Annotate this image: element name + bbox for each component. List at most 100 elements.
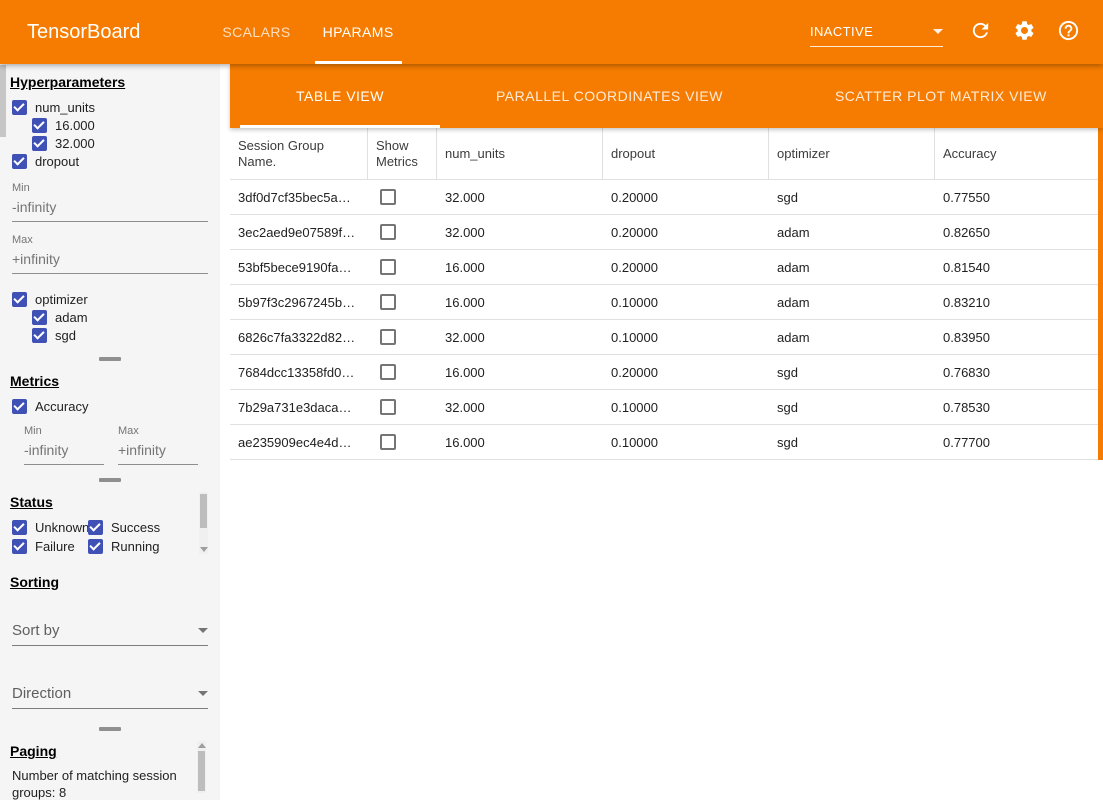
num-units-cell: 16.000 [437,260,603,275]
hparams-main: TABLE VIEW PARALLEL COORDINATES VIEW SCA… [230,64,1103,800]
filter-optimizer-adam[interactable]: adam [0,308,220,326]
help-button[interactable] [1055,19,1081,45]
column-header-num-units: num_units [437,128,603,179]
pane-resize-handle[interactable] [99,478,121,482]
optimizer-cell: sgd [769,400,935,415]
checkbox-icon [32,136,47,151]
show-metrics-checkbox[interactable] [380,224,396,240]
accuracy-min-field: Min [24,425,104,465]
status-heading: Status [10,494,220,510]
show-metrics-checkbox[interactable] [380,259,396,275]
tab-table-view[interactable]: TABLE VIEW [240,64,440,128]
filter-num-units-32[interactable]: 32.000 [0,134,220,152]
sort-by-dropdown[interactable]: Sort by [12,616,208,646]
dropout-min-field: Min [12,182,208,222]
refresh-button[interactable] [967,19,993,45]
accuracy-cell: 0.76830 [935,365,1103,380]
filter-num-units-16[interactable]: 16.000 [0,116,220,134]
status-scrollbar[interactable] [199,492,208,554]
reload-mode-select[interactable]: INACTIVE [810,17,943,47]
scrollbar-arrow-up-icon[interactable] [198,743,206,748]
toolbar-actions: INACTIVE [810,17,1103,47]
optimizer-cell: sgd [769,190,935,205]
chevron-down-icon [198,628,208,633]
filter-optimizer[interactable]: optimizer [0,290,220,308]
tab-scatter-plot-matrix-view[interactable]: SCATTER PLOT MATRIX VIEW [779,64,1103,128]
tab-hparams[interactable]: HPARAMS [307,0,410,64]
checkbox-icon [32,328,47,343]
dropout-cell: 0.10000 [603,295,769,310]
tab-parallel-coordinates-view[interactable]: PARALLEL COORDINATES VIEW [440,64,779,128]
sidebar-scrollbar-thumb[interactable] [0,65,6,137]
filter-status-unknown[interactable]: Unknown [0,518,88,536]
show-metrics-checkbox[interactable] [380,189,396,205]
table-row: 3ec2aed9e07589f… 32.000 0.20000 adam 0.8… [230,215,1103,250]
checkbox-icon [12,539,27,554]
dropout-max-field: Max [12,234,208,274]
filter-status-running[interactable]: Running [88,537,180,555]
dropout-cell: 0.10000 [603,400,769,415]
show-metrics-cell [368,399,437,416]
filter-label: 16.000 [55,118,95,133]
table-header: Session Group Name. Show Metrics num_uni… [230,128,1103,180]
show-metrics-checkbox[interactable] [380,294,396,310]
checkbox-icon [88,539,103,554]
optimizer-cell: sgd [769,435,935,450]
filter-accuracy[interactable]: Accuracy [0,397,220,415]
metrics-pane: Metrics Accuracy Min Max [0,373,220,465]
accuracy-cell: 0.82650 [935,225,1103,240]
scrollbar-arrow-down-icon[interactable] [200,547,208,552]
dropout-cell: 0.20000 [603,190,769,205]
session-group-name-cell: ae235909ec4e4d… [230,435,368,450]
help-icon [1057,19,1080,42]
accuracy-min-input[interactable] [24,437,104,465]
table-scrollbar[interactable] [1098,128,1103,460]
checkbox-icon [12,292,27,307]
paging-pane: Paging Number of matching session groups… [0,743,220,800]
show-metrics-checkbox[interactable] [380,364,396,380]
dropout-cell: 0.10000 [603,435,769,450]
reload-mode-value: INACTIVE [810,24,873,39]
paging-scrollbar-thumb[interactable] [198,751,205,791]
dropout-cell: 0.20000 [603,365,769,380]
dropout-max-input[interactable] [12,246,208,274]
show-metrics-checkbox[interactable] [380,399,396,415]
filter-status-success[interactable]: Success [88,518,180,536]
table-row: 53bf5bece9190fa… 16.000 0.20000 adam 0.8… [230,250,1103,285]
tab-scalars[interactable]: SCALARS [206,0,306,64]
num-units-cell: 16.000 [437,295,603,310]
filter-dropout[interactable]: dropout [0,152,220,170]
table-row: 3df0d7cf35bec5a… 32.000 0.20000 sgd 0.77… [230,180,1103,215]
pane-resize-handle[interactable] [99,357,121,361]
max-label: Max [12,234,208,246]
paging-heading: Paging [10,743,220,759]
refresh-icon [969,19,992,42]
status-pane: Status Unknown Success Failure Running [0,494,220,560]
optimizer-cell: adam [769,225,935,240]
filter-label: num_units [35,100,95,115]
num-units-cell: 16.000 [437,435,603,450]
column-header-show-metrics: Show Metrics [368,128,437,179]
show-metrics-checkbox[interactable] [380,434,396,450]
settings-button[interactable] [1011,19,1037,45]
dropout-min-input[interactable] [12,194,208,222]
filter-num-units[interactable]: num_units [0,98,220,116]
min-label: Min [24,425,104,437]
pane-resize-handle[interactable] [99,727,121,731]
filter-label: Running [111,539,159,554]
direction-dropdown[interactable]: Direction [12,679,208,709]
filter-status-failure[interactable]: Failure [0,537,88,555]
status-scrollbar-thumb[interactable] [200,494,207,528]
accuracy-max-field: Max [118,425,198,465]
num-units-cell: 32.000 [437,190,603,205]
filter-optimizer-sgd[interactable]: sgd [0,326,220,344]
show-metrics-cell [368,434,437,451]
paging-scrollbar[interactable] [197,741,206,793]
session-group-name-cell: 5b97f3c2967245b… [230,295,368,310]
session-groups-table: Session Group Name. Show Metrics num_uni… [230,128,1103,460]
session-group-name-cell: 7b29a731e3daca… [230,400,368,415]
filter-label: Unknown [35,520,89,535]
show-metrics-checkbox[interactable] [380,329,396,345]
accuracy-max-input[interactable] [118,437,198,465]
checkbox-icon [12,520,27,535]
